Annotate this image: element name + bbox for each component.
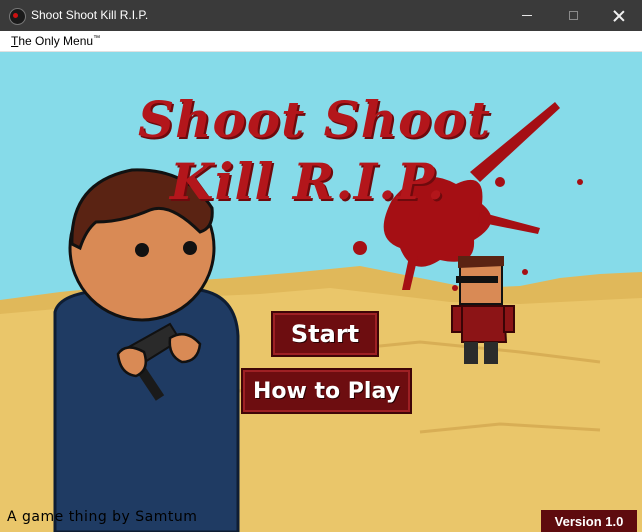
menu-bar: The Only Menu™ — [0, 31, 642, 52]
title-bar: Shoot Shoot Kill R.I.P. — [0, 0, 642, 31]
window-title: Shoot Shoot Kill R.I.P. — [31, 8, 149, 22]
close-icon — [613, 10, 625, 22]
version-badge: Version 1.0 — [541, 510, 637, 532]
start-button[interactable]: Start — [271, 311, 379, 357]
maximize-button[interactable] — [550, 0, 596, 31]
skull-app-icon — [9, 8, 26, 25]
minimize-icon — [522, 15, 532, 16]
game-scene: Shoot Shoot Kill R.I.P. Start How to Pla… — [0, 52, 642, 532]
maximize-icon — [568, 11, 578, 20]
game-logo-line-2: Kill R.I.P. — [170, 152, 446, 211]
close-button[interactable] — [596, 0, 642, 31]
game-logo-line-1: Shoot Shoot — [138, 90, 491, 149]
how-to-play-button[interactable]: How to Play — [241, 368, 412, 414]
menu-the-only-menu[interactable]: The Only Menu™ — [11, 34, 100, 48]
minimize-button[interactable] — [504, 0, 550, 31]
player-character — [53, 168, 240, 532]
credits-text: A game thing by Samtum — [7, 509, 198, 525]
